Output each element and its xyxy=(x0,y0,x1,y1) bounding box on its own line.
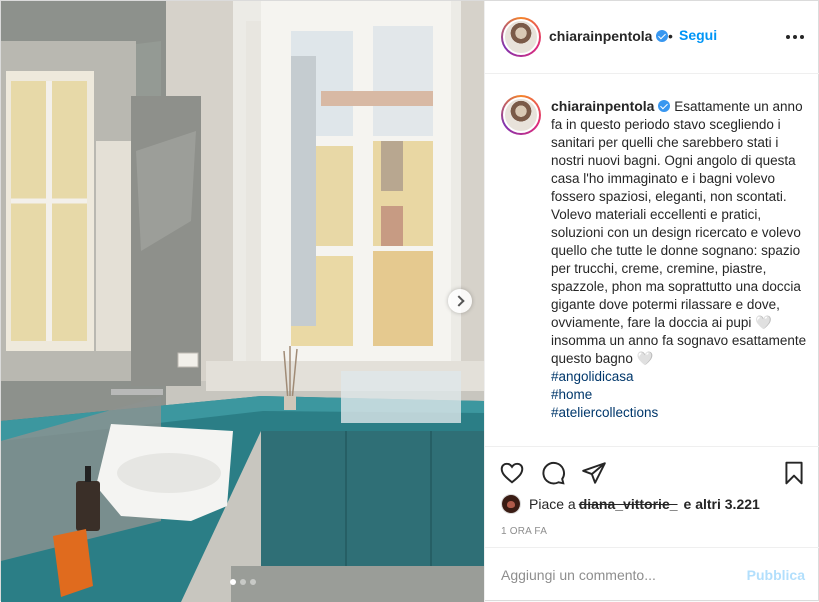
post-caption: chiarainpentola Esattamente un anno fa i… xyxy=(551,97,809,422)
instagram-post: chiarainpentola • Segui chiarainpentola … xyxy=(0,0,819,602)
share-icon[interactable] xyxy=(581,460,607,486)
bookmark-icon[interactable] xyxy=(781,460,807,486)
post-side-panel: chiarainpentola • Segui chiarainpentola … xyxy=(484,1,819,602)
hashtag-link[interactable]: #ateliercollections xyxy=(551,404,809,422)
heart-icon[interactable] xyxy=(499,460,525,486)
caption-username[interactable]: chiarainpentola xyxy=(551,98,671,114)
likes-prefix: Piace a xyxy=(529,496,576,512)
carousel-dot xyxy=(249,579,256,585)
publish-button[interactable]: Pubblica xyxy=(747,567,805,583)
post-photo[interactable] xyxy=(1,1,484,602)
comment-input[interactable] xyxy=(501,565,741,585)
hashtag-list: #angolidicasa #home #ateliercollections xyxy=(551,368,809,422)
carousel-dot xyxy=(229,579,236,585)
caption-text: Esattamente un anno fa in questo periodo… xyxy=(551,99,807,366)
post-timestamp[interactable]: 1 ora fa xyxy=(501,526,547,537)
liker-avatar[interactable] xyxy=(501,494,521,514)
carousel-dot xyxy=(239,579,246,585)
comments-section: chiarainpentola Esattamente un anno fa i… xyxy=(485,74,819,446)
profile-avatar[interactable] xyxy=(501,17,541,57)
likes-summary: Piace a diana_vittorie_ e altri 3.221 xyxy=(501,494,760,514)
hashtag-link[interactable]: #angolidicasa xyxy=(551,368,809,386)
post-actions: Piace a diana_vittorie_ e altri 3.221 1 … xyxy=(485,446,819,547)
hashtag-link[interactable]: #home xyxy=(551,386,809,404)
liker-username[interactable]: diana_vittorie_ xyxy=(579,496,678,512)
verified-badge-icon xyxy=(658,100,671,112)
username-link[interactable]: chiarainpentola xyxy=(549,28,669,44)
next-slide-button[interactable] xyxy=(448,289,472,313)
carousel-indicator xyxy=(1,579,484,585)
post-header: chiarainpentola • Segui xyxy=(485,1,819,74)
add-comment-form: Pubblica xyxy=(485,547,819,602)
likes-count[interactable]: e altri 3.221 xyxy=(684,496,760,512)
verified-badge-icon xyxy=(656,30,669,42)
comment-icon[interactable] xyxy=(540,460,566,486)
follow-button[interactable]: Segui xyxy=(679,27,717,43)
bathroom-photo xyxy=(1,1,484,602)
caption-avatar[interactable] xyxy=(501,95,541,135)
more-options-icon[interactable] xyxy=(785,27,805,47)
separator: • xyxy=(668,28,673,44)
